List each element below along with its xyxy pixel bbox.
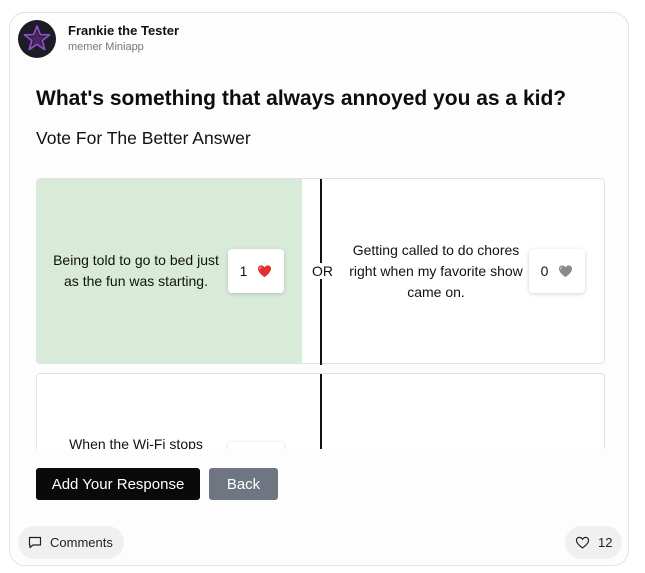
post-card: Frankie the Tester memer Miniapp What's … (9, 12, 629, 566)
divider (320, 374, 322, 449)
author-subtitle: memer Miniapp (68, 41, 144, 53)
heart-outline-icon (575, 536, 590, 549)
or-separator: OR (311, 263, 334, 279)
answer-option-right[interactable]: Getting called to do chores right when m… (340, 179, 604, 363)
vote-count: 0 (540, 263, 549, 279)
comments-button[interactable]: Comments (18, 526, 124, 559)
vote-button[interactable]: 1 (228, 249, 284, 293)
answer-pair: When the Wi-Fi stops (36, 373, 605, 449)
vote-button[interactable] (228, 442, 284, 449)
heart-gray-icon (559, 265, 573, 278)
vote-count: 1 (239, 263, 248, 279)
post-question: What's something that always annoyed you… (36, 87, 567, 110)
answer-text: When the Wi-Fi stops (69, 436, 203, 449)
vote-button[interactable]: 0 (529, 249, 585, 293)
answer-option-left[interactable]: Being told to go to bed just as the fun … (37, 179, 302, 363)
answer-text: Being told to go to bed just as the fun … (53, 252, 219, 289)
star-logo-icon (23, 25, 51, 51)
answers-list[interactable]: Being told to go to bed just as the fun … (36, 178, 605, 449)
like-button[interactable]: 12 (565, 526, 622, 559)
vote-instruction: Vote For The Better Answer (36, 128, 251, 148)
comment-icon (28, 536, 42, 549)
avatar[interactable] (18, 20, 56, 58)
answer-pair: Being told to go to bed just as the fun … (36, 178, 605, 365)
add-response-button[interactable]: Add Your Response (36, 468, 200, 500)
comments-label: Comments (50, 535, 113, 550)
back-button[interactable]: Back (209, 468, 278, 500)
answer-option-left[interactable]: When the Wi-Fi stops (37, 374, 302, 449)
like-count: 12 (598, 535, 613, 550)
answer-text: Getting called to do chores right when m… (349, 241, 523, 300)
author-name[interactable]: Frankie the Tester (68, 23, 179, 38)
heart-red-icon (258, 265, 272, 278)
